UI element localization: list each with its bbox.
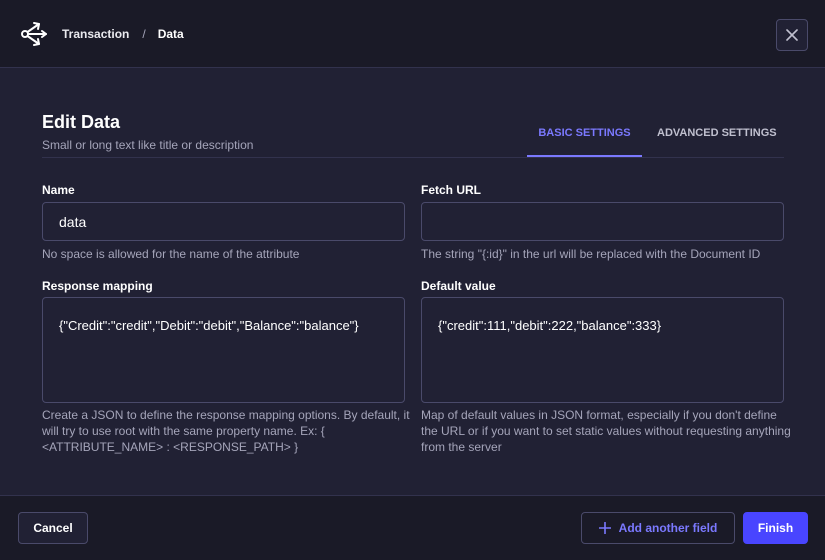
name-label: Name <box>42 183 75 197</box>
close-button[interactable] <box>776 19 808 51</box>
tab-advanced-settings[interactable]: ADVANCED SETTINGS <box>657 127 777 139</box>
breadcrumb-item-data: Data <box>157 27 184 41</box>
add-another-field-label: Add another field <box>618 521 718 535</box>
name-input[interactable] <box>42 202 405 241</box>
breadcrumb-separator: / <box>142 27 146 41</box>
modal-header: Transaction / Data <box>0 0 825 68</box>
name-hint: No space is allowed for the name of the … <box>42 247 300 261</box>
default-value-label: Default value <box>421 279 496 293</box>
breadcrumb-item-transaction[interactable]: Transaction <box>62 27 129 41</box>
response-mapping-label: Response mapping <box>42 279 153 293</box>
share-arrows-icon <box>20 21 48 47</box>
close-icon <box>786 29 798 41</box>
tabs-divider <box>42 157 784 158</box>
fetch-url-input[interactable] <box>421 202 784 241</box>
breadcrumb: Transaction / Data <box>62 27 184 41</box>
edit-field-modal: Transaction / Data Edit Data Small or lo… <box>0 0 825 560</box>
cancel-button[interactable]: Cancel <box>18 512 88 544</box>
fetch-url-label: Fetch URL <box>421 183 481 197</box>
default-value-textarea[interactable]: {"credit":111,"debit":222,"balance":333} <box>421 297 784 403</box>
plus-icon <box>598 522 611 534</box>
modal-subtitle: Small or long text like title or descrip… <box>42 138 254 152</box>
response-mapping-hint: Create a JSON to define the response map… <box>42 408 410 454</box>
modal-title: Edit Data <box>42 112 121 132</box>
finish-button[interactable]: Finish <box>743 512 808 544</box>
default-value-hint: Map of default values in JSON format, es… <box>421 408 791 454</box>
modal-footer: Cancel Add another field Finish <box>0 495 825 560</box>
add-another-field-button[interactable]: Add another field <box>581 512 735 544</box>
tab-basic-settings[interactable]: BASIC SETTINGS <box>527 127 642 139</box>
fetch-url-hint: The string "{:id}" in the url will be re… <box>421 247 761 261</box>
response-mapping-textarea[interactable]: {"Credit":"credit","Debit":"debit","Bala… <box>42 297 405 403</box>
